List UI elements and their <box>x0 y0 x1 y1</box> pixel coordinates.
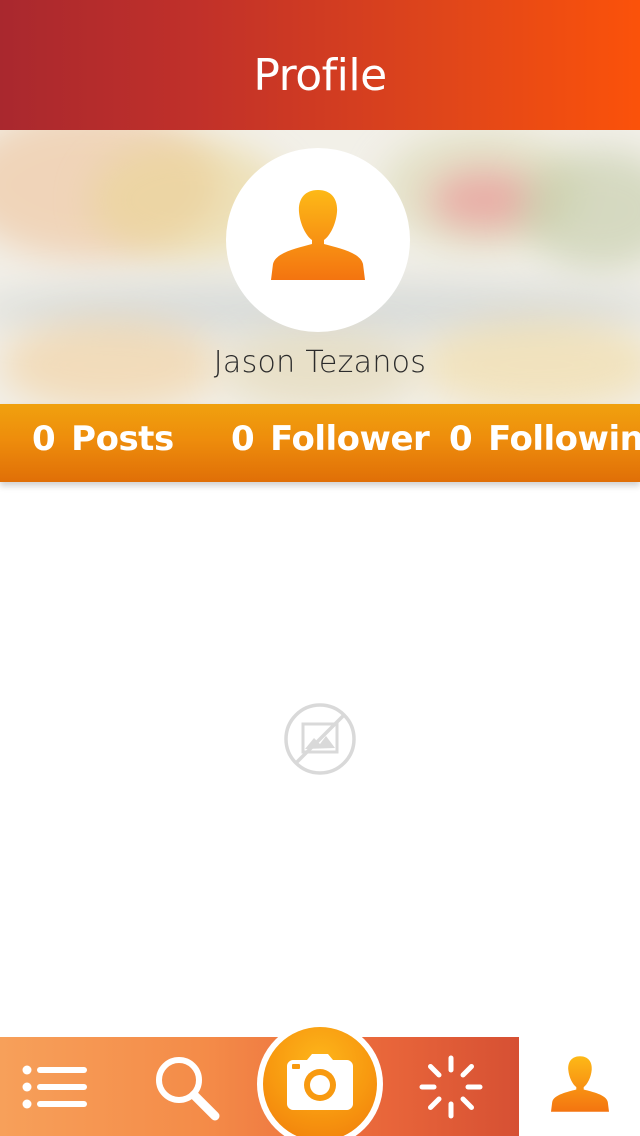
no-image-icon <box>283 702 357 781</box>
stats-bar: 0 Posts 0 Follower 0 Following <box>0 404 640 482</box>
followers-count: 0 <box>231 419 255 459</box>
page-title: Profile <box>253 50 387 101</box>
user-name: Jason Tezanos <box>213 345 427 380</box>
tab-profile[interactable] <box>519 1037 640 1136</box>
list-icon <box>22 1065 87 1109</box>
posts-stat[interactable]: 0 Posts <box>32 404 174 474</box>
posts-count: 0 <box>32 419 56 459</box>
followers-stat[interactable]: 0 Follower <box>231 404 430 474</box>
header-bar: Profile <box>0 0 640 130</box>
camera-button[interactable] <box>263 1027 377 1136</box>
camera-icon <box>287 1054 353 1110</box>
search-icon <box>156 1057 220 1121</box>
tab-feed[interactable] <box>0 1037 120 1136</box>
tab-explore[interactable] <box>385 1037 519 1136</box>
user-silhouette-icon <box>271 190 365 280</box>
user-icon <box>551 1056 609 1112</box>
posts-label: Posts <box>71 419 174 459</box>
loading-spinner-icon <box>419 1055 483 1119</box>
following-label: Following <box>488 419 640 459</box>
avatar[interactable] <box>226 148 410 332</box>
following-count: 0 <box>449 419 473 459</box>
profile-screen: Profile Jason Tezanos 0 Posts 0 Follower… <box>0 0 640 1136</box>
tab-search[interactable] <box>120 1037 250 1136</box>
followers-label: Follower <box>270 419 430 459</box>
following-stat[interactable]: 0 Following <box>449 404 640 474</box>
